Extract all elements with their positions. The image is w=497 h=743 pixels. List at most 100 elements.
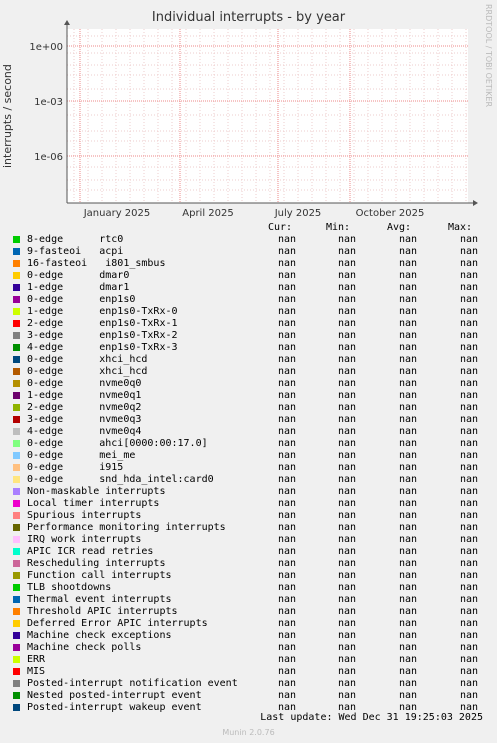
- x-tick-label: July 2025: [274, 208, 322, 219]
- legend-value-min: nan: [337, 594, 356, 605]
- legend-row: Thermal event interrupts nan nan nan nan: [0, 594, 497, 606]
- legend-value-avg: nan: [398, 414, 417, 425]
- legend-value-max: nan: [459, 594, 478, 605]
- legend-value-min: nan: [337, 426, 356, 437]
- legend-value-cur: nan: [277, 630, 296, 641]
- legend-value-min: nan: [337, 678, 356, 689]
- legend-value-cur: nan: [277, 582, 296, 593]
- legend-value-max: nan: [459, 270, 478, 281]
- legend-swatch: [13, 284, 20, 291]
- legend-value-cur: nan: [277, 570, 296, 581]
- col-header-max: Max:: [448, 222, 473, 233]
- legend-label: 0-edge mei_me: [27, 450, 136, 461]
- legend-label: Machine check exceptions: [27, 630, 172, 641]
- legend-value-avg: nan: [398, 690, 417, 701]
- legend-value-cur: nan: [277, 318, 296, 329]
- legend-value-cur: nan: [277, 642, 296, 653]
- legend-value-min: nan: [337, 666, 356, 677]
- legend-swatch: [13, 560, 20, 567]
- y-tick-label: 1e-03: [34, 97, 63, 108]
- legend-value-min: nan: [337, 414, 356, 425]
- legend-swatch: [13, 272, 20, 279]
- legend-value-cur: nan: [277, 294, 296, 305]
- legend-value-max: nan: [459, 450, 478, 461]
- legend-value-min: nan: [337, 462, 356, 473]
- legend-value-max: nan: [459, 534, 478, 545]
- legend-value-avg: nan: [398, 558, 417, 569]
- legend-row: Posted-interrupt notification event nan na…: [0, 678, 497, 690]
- legend-label: Non-maskable interrupts: [27, 486, 166, 497]
- legend-label: Machine check polls: [27, 642, 142, 653]
- legend-swatch: [13, 320, 20, 327]
- legend-value-min: nan: [337, 234, 356, 245]
- legend-value-cur: nan: [277, 390, 296, 401]
- legend-value-max: nan: [459, 414, 478, 425]
- legend-value-avg: nan: [398, 402, 417, 413]
- legend-value-avg: nan: [398, 330, 417, 341]
- y-tick-label: 1e+00: [29, 42, 63, 53]
- legend-swatch: [13, 416, 20, 423]
- legend-row: 0-edge xhci_hcd nan nan nan nan: [0, 366, 497, 378]
- legend-swatch: [13, 680, 20, 687]
- legend-label: 0-edge dmar0: [27, 270, 130, 281]
- legend-row: 4-edge nvme0q4 nan nan nan nan: [0, 426, 497, 438]
- legend-row: Rescheduling interrupts nan nan nan nan: [0, 558, 497, 570]
- legend-swatch: [13, 536, 20, 543]
- legend-swatch: [13, 260, 20, 267]
- legend-value-max: nan: [459, 630, 478, 641]
- legend-swatch: [13, 524, 20, 531]
- legend-value-max: nan: [459, 318, 478, 329]
- legend-row: 1-edge nvme0q1 nan nan nan nan: [0, 390, 497, 402]
- legend-value-min: nan: [337, 606, 356, 617]
- legend-value-cur: nan: [277, 438, 296, 449]
- legend-label: 16-fasteoi i801_smbus: [27, 258, 166, 269]
- legend-value-min: nan: [337, 246, 356, 257]
- legend-swatch: [13, 548, 20, 555]
- legend-row: 2-edge nvme0q2 nan nan nan nan: [0, 402, 497, 414]
- legend-value-min: nan: [337, 366, 356, 377]
- legend-row: Nested posted-interrupt event nan nan nan na…: [0, 690, 497, 702]
- legend-label: Spurious interrupts: [27, 510, 142, 521]
- legend-value-min: nan: [337, 354, 356, 365]
- legend-value-avg: nan: [398, 522, 417, 533]
- legend-value-avg: nan: [398, 270, 417, 281]
- legend-value-min: nan: [337, 654, 356, 665]
- legend-value-avg: nan: [398, 306, 417, 317]
- legend-swatch: [13, 692, 20, 699]
- legend-label: Posted-interrupt wakeup event: [27, 702, 202, 713]
- legend-swatch: [13, 464, 20, 471]
- legend-value-max: nan: [459, 570, 478, 581]
- legend-value-avg: nan: [398, 486, 417, 497]
- legend-value-max: nan: [459, 282, 478, 293]
- legend-value-max: nan: [459, 390, 478, 401]
- legend-value-avg: nan: [398, 390, 417, 401]
- legend-value-min: nan: [337, 378, 356, 389]
- legend-value-cur: nan: [277, 426, 296, 437]
- legend-swatch: [13, 332, 20, 339]
- legend-label: Performance monitoring interrupts: [27, 522, 226, 533]
- legend-swatch: [13, 596, 20, 603]
- legend-value-avg: nan: [398, 618, 417, 629]
- legend-value-min: nan: [337, 546, 356, 557]
- legend-swatch: [13, 500, 20, 507]
- legend-row: Deferred Error APIC interrupts nan nan nan n…: [0, 618, 497, 630]
- legend-value-cur: nan: [277, 522, 296, 533]
- legend-label: APIC ICR read retries: [27, 546, 154, 557]
- legend-swatch: [13, 428, 20, 435]
- legend-row: 2-edge enp1s0-TxRx-1 nan nan nan nan: [0, 318, 497, 330]
- legend-swatch: [13, 620, 20, 627]
- legend-row: 0-edge xhci_hcd nan nan nan nan: [0, 354, 497, 366]
- legend-label: 2-edge enp1s0-TxRx-1: [27, 318, 178, 329]
- legend-swatch: [13, 236, 20, 243]
- legend-row: 9-fasteoi acpi nan nan nan nan: [0, 246, 497, 258]
- legend-value-min: nan: [337, 450, 356, 461]
- legend-value-avg: nan: [398, 546, 417, 557]
- legend-label: Deferred Error APIC interrupts: [27, 618, 208, 629]
- legend-value-min: nan: [337, 294, 356, 305]
- legend-value-avg: nan: [398, 378, 417, 389]
- legend-value-cur: nan: [277, 510, 296, 521]
- legend-label: Posted-interrupt notification event: [27, 678, 238, 689]
- legend-label: Rescheduling interrupts: [27, 558, 166, 569]
- legend-value-max: nan: [459, 366, 478, 377]
- legend-label: TLB shootdowns: [27, 582, 112, 593]
